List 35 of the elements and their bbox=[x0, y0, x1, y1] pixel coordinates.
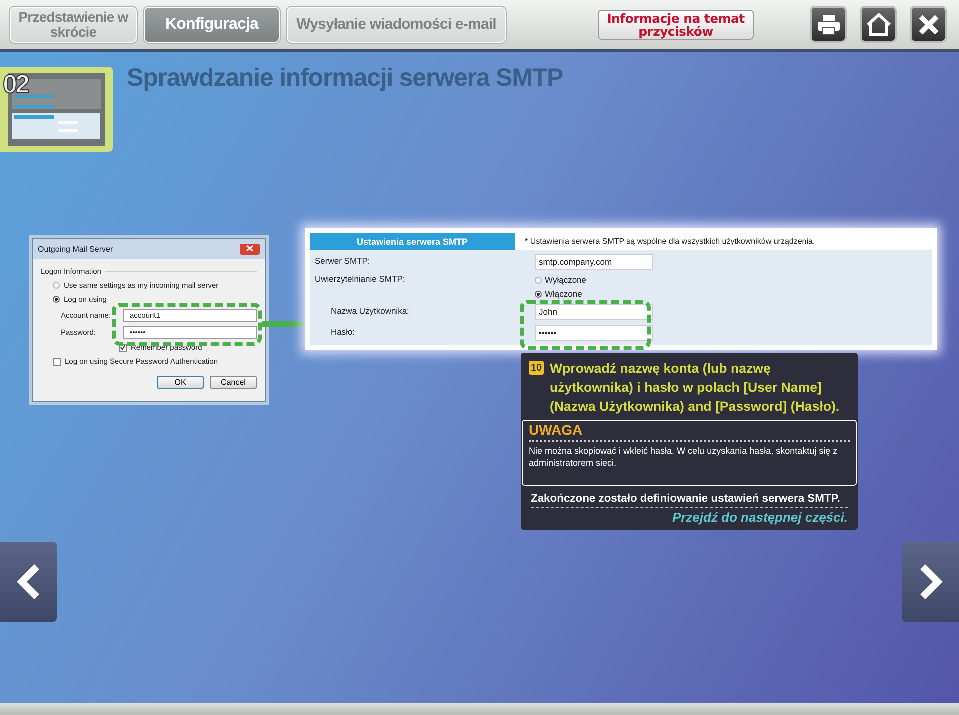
note-title: UWAGA bbox=[529, 422, 850, 442]
radio-button[interactable] bbox=[535, 290, 542, 298]
note-text: * Ustawienia serwera SMTP są wspólne dla wszystkich użytkowników urządzenia. bbox=[524, 237, 816, 246]
close-icon bbox=[246, 244, 254, 252]
dialog-button[interactable]: Cancel bbox=[210, 376, 257, 389]
close-button[interactable] bbox=[240, 244, 260, 254]
input-field[interactable]: smtp.company.com bbox=[535, 254, 653, 270]
checkbox[interactable] bbox=[53, 358, 61, 366]
step-title: Sprawdzanie informacji serwera SMTP bbox=[127, 64, 564, 93]
radio-button[interactable] bbox=[53, 296, 60, 303]
note-text: Nie można skopiować i wkleić hasła. W celu uzyskania hasła, skontaktuj się z administratorem sieci. bbox=[529, 445, 839, 469]
input-field[interactable]: John bbox=[535, 304, 653, 320]
field-label: Nazwa Użytkownika: bbox=[330, 306, 410, 316]
next-link[interactable]: Przejdź do następnej części. bbox=[521, 510, 858, 525]
help-button[interactable]: Informacje na temat przycisków bbox=[598, 10, 754, 40]
close-icon[interactable] bbox=[910, 6, 947, 43]
completion-text: Zakończone zostało definiowanie ustawień serwera SMTP. bbox=[531, 493, 848, 508]
field-label: Serwer SMTP: bbox=[315, 255, 372, 266]
radio-button[interactable] bbox=[53, 282, 60, 289]
field-label: Uwierzytelnianie SMTP: bbox=[315, 273, 406, 284]
home-icon[interactable] bbox=[860, 6, 897, 43]
radio-button[interactable] bbox=[535, 276, 542, 284]
next-button[interactable] bbox=[902, 542, 959, 622]
step-badge: 10 bbox=[529, 361, 544, 375]
dialog-title: Outgoing Mail Server bbox=[38, 244, 114, 254]
radio-label: Włączone bbox=[545, 289, 582, 299]
print-icon[interactable] bbox=[810, 6, 847, 43]
previous-button[interactable] bbox=[0, 542, 57, 622]
section-header: Ustawienia serwera SMTP bbox=[310, 233, 515, 250]
instruction-text: Wprowadź nazwę konta (lub nazwę użytkownika) i hasło w polach [User Name] (Nazwa Użytkownika) and [Password] (Hasło). bbox=[550, 360, 841, 416]
input-field[interactable]: •••••• bbox=[535, 324, 653, 340]
field-label: Hasło: bbox=[330, 326, 356, 336]
dialog-button[interactable]: OK bbox=[157, 376, 204, 389]
chevron-left-icon bbox=[14, 564, 42, 600]
radio-label: Wyłączone bbox=[545, 275, 586, 285]
